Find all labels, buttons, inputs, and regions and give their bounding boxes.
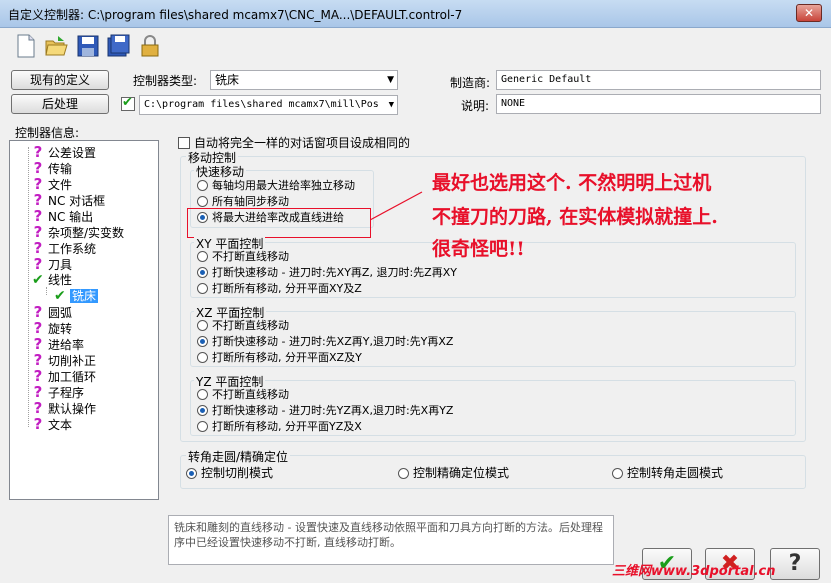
check-icon: ✔ (54, 288, 66, 304)
question-icon: ? (33, 223, 43, 241)
tree-item-mill[interactable]: ✔ 铣床 (54, 288, 99, 304)
rapid-option-independent[interactable]: 每轴均用最大进给率独立移动 (197, 179, 355, 193)
yz-option-no-break[interactable]: 不打断直线移动 (197, 388, 289, 402)
open-folder-icon[interactable] (44, 33, 68, 59)
tree-item[interactable]: ? 文件 (32, 176, 72, 192)
annotation-line-2: 不撞刀的刀路, 在实体模拟就撞上. (432, 206, 718, 228)
question-icon: ? (33, 335, 43, 353)
tree-item[interactable]: ? 杂项整/实变数 (32, 224, 124, 240)
yz-option-break-all[interactable]: 打断所有移动, 分开平面YZ及X (197, 420, 362, 434)
rapid-option-sync[interactable]: 所有轴同步移动 (197, 195, 289, 209)
existing-definition-button[interactable]: 现有的定义 (11, 70, 109, 90)
xz-option-break-rapid[interactable]: 打断快速移动 - 进刀时:先XZ再Y,退刀时:先Y再XZ (197, 335, 453, 349)
post-enabled-checkbox[interactable]: ✔ (121, 95, 135, 111)
title-bar: 自定义控制器: C:\program files\shared mcamx7\C… (0, 0, 831, 28)
check-icon: ✔ (122, 95, 133, 110)
xy-option-break-all[interactable]: 打断所有移动, 分开平面XY及Z (197, 282, 362, 296)
manufacturer-input[interactable]: Generic Default (496, 70, 821, 90)
tree-item[interactable]: ? 公差设置 (32, 144, 96, 160)
tree-item[interactable]: ? 圆弧 (32, 304, 72, 320)
manufacturer-label: 制造商: (450, 76, 491, 90)
tree-connector (28, 147, 29, 427)
watermark-text: 三维网www.3dportal.cn (612, 564, 776, 579)
annotation-line-3: 很奇怪吧!! (432, 238, 525, 260)
tree-item[interactable]: ? 文本 (32, 416, 72, 432)
post-path-select[interactable]: C:\program files\shared mcamx7\mill\Pos … (139, 95, 398, 115)
close-button[interactable]: ✕ (796, 4, 822, 22)
check-icon: ✔ (32, 272, 44, 288)
description-label: 说明: (461, 99, 490, 113)
question-icon: ? (33, 239, 43, 257)
tree-item[interactable]: ? 子程序 (32, 384, 84, 400)
controller-info-tree: ? 公差设置 ? 传输 ? 文件 ? NC 对话框 ? NC 输出 ? 杂项整/实变数 ? 工… (9, 140, 159, 500)
new-file-icon[interactable] (14, 33, 38, 59)
question-icon: ? (33, 159, 43, 177)
xy-option-no-break[interactable]: 不打断直线移动 (197, 250, 289, 264)
tree-item[interactable]: ? 切削补正 (32, 352, 96, 368)
question-icon: ? (33, 175, 43, 193)
tree-item[interactable]: ? 工作系统 (32, 240, 96, 256)
question-icon: ? (33, 351, 43, 369)
question-icon: ? (33, 143, 43, 161)
help-description: 铣床和雕刻的直线移动 - 设置快速及直线移动依照平面和刀具方向打断的方法。后处理… (168, 515, 614, 565)
help-button[interactable]: ? (770, 548, 820, 580)
question-icon: ? (33, 207, 43, 225)
checkbox-box (178, 137, 190, 149)
question-icon: ? (33, 303, 43, 321)
annotation-highlight-box (187, 208, 371, 238)
controller-type-label: 控制器类型: (133, 74, 198, 88)
corner-option-cut-mode[interactable]: 控制切削模式 (186, 466, 273, 480)
corner-rounding-title: 转角走圆/精确定位 (186, 448, 291, 465)
chevron-down-icon: ▼ (388, 100, 394, 110)
rapid-move-title: 快速移动 (194, 163, 247, 180)
description-input[interactable]: NONE (496, 94, 821, 114)
tree-item[interactable]: ? 传输 (32, 160, 72, 176)
tree-connector (46, 287, 47, 295)
question-icon: ? (33, 383, 43, 401)
question-icon: ? (33, 399, 43, 417)
post-processor-button[interactable]: 后处理 (11, 94, 109, 114)
annotation-pointer-line (370, 191, 423, 221)
corner-option-rounding[interactable]: 控制转角走圆模式 (612, 466, 723, 480)
tree-item[interactable]: ? 旋转 (32, 320, 72, 336)
question-icon: ? (33, 255, 43, 273)
save-as-icon[interactable] (106, 33, 130, 59)
tree-item[interactable]: ? 默认操作 (32, 400, 96, 416)
tree-item-linear[interactable]: ✔ 线性 (32, 272, 72, 288)
xz-option-no-break[interactable]: 不打断直线移动 (197, 319, 289, 333)
question-icon: ? (33, 415, 43, 433)
chevron-down-icon: ▼ (387, 75, 394, 85)
xy-option-break-rapid[interactable]: 打断快速移动 - 进刀时:先XY再Z, 退刀时:先Z再XY (197, 266, 457, 280)
annotation-line-1: 最好也选用这个. 不然明明上过机 (432, 172, 712, 194)
window-title: 自定义控制器: C:\program files\shared mcamx7\C… (8, 8, 463, 22)
question-icon: ? (33, 319, 43, 337)
question-icon: ? (33, 191, 43, 209)
controller-type-select[interactable]: 铣床 ▼ (210, 70, 398, 90)
tree-item[interactable]: ? 加工循环 (32, 368, 96, 384)
corner-option-exact-stop[interactable]: 控制精确定位模式 (398, 466, 509, 480)
tree-item[interactable]: ? NC 输出 (32, 207, 94, 225)
tree-item[interactable]: ? NC 对话框 (32, 191, 106, 209)
yz-option-break-rapid[interactable]: 打断快速移动 - 进刀时:先YZ再X,退刀时:先X再YZ (197, 404, 453, 418)
tree-label: 控制器信息: (15, 126, 80, 140)
tree-item[interactable]: ? 进给率 (32, 336, 84, 352)
lock-icon[interactable] (138, 33, 162, 59)
tree-item[interactable]: ? 刀具 (32, 256, 72, 272)
question-icon: ? (33, 367, 43, 385)
save-icon[interactable] (76, 33, 100, 59)
xz-option-break-all[interactable]: 打断所有移动, 分开平面XZ及Y (197, 351, 362, 365)
